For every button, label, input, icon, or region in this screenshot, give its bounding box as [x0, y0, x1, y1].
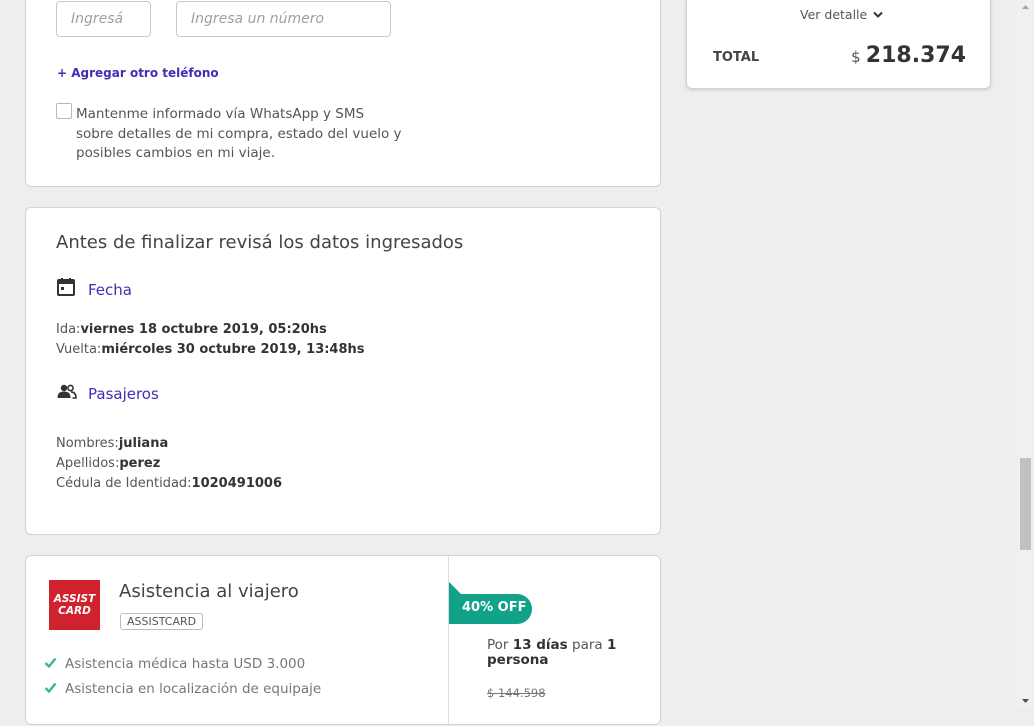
cedula-label: Cédula de Identidad: [56, 476, 192, 491]
apellidos-label: Apellidos: [56, 456, 120, 471]
por-label: Por [487, 637, 509, 653]
benefit-label: Asistencia médica hasta USD 3.000 [65, 656, 306, 672]
total-label: TOTAL [713, 50, 760, 65]
whatsapp-checkbox[interactable] [56, 103, 72, 119]
price-summary-card: Ver detalle TOTAL $ 218.374 [686, 0, 991, 89]
provider-badge: ASSISTCARD [120, 613, 204, 630]
dias-value: 13 días [512, 637, 568, 653]
whatsapp-line-3: posibles cambios en mi viaje. [76, 145, 276, 161]
scrollbar-thumb[interactable] [1020, 458, 1031, 550]
area-code-input[interactable] [56, 1, 151, 37]
phone-number-input[interactable] [176, 1, 391, 37]
discount-badge: 40% OFF [449, 582, 533, 624]
benefit-label: Asistencia en localización de equipaje [65, 681, 322, 697]
old-price: $ 144.598 [487, 686, 546, 700]
cedula-row: Cédula de Identidad:1020491006 [56, 476, 282, 491]
discount-label: 40% OFF [462, 600, 527, 615]
whatsapp-line-2: sobre detalles de mi compra, estado del … [76, 125, 402, 142]
logo-line-1: ASSIST [53, 593, 96, 605]
duration-text: Por 13 días para 1 persona [487, 638, 627, 668]
review-title: Antes de finalizar revisá los datos ingr… [56, 232, 464, 253]
contact-card: + Agregar otro teléfono Mantenme informa… [25, 0, 661, 187]
vuelta-value: miércoles 30 octubre 2019, 13:48hs [101, 342, 365, 357]
benefit-item: Asistencia en localización de equipaje [44, 681, 321, 697]
assistance-title: Asistencia al viajero [119, 581, 299, 602]
cedula-value: 1020491006 [191, 476, 283, 491]
passengers-icon [57, 384, 77, 399]
page-scrollbar[interactable] [1017, 0, 1034, 708]
ver-detalle-label: Ver detalle [800, 7, 868, 22]
chevron-down-icon [873, 11, 883, 18]
currency-symbol: $ [851, 48, 861, 66]
ida-label: Ida: [56, 322, 81, 337]
whatsapp-consent-text: Mantenme informado vía WhatsApp y SMS so… [76, 105, 402, 164]
scroll-down-arrow-icon[interactable] [1017, 694, 1034, 708]
review-card: Antes de finalizar revisá los datos ingr… [25, 207, 661, 535]
benefit-item: Asistencia médica hasta USD 3.000 [44, 656, 305, 672]
check-icon [44, 682, 57, 694]
ida-value: viernes 18 octubre 2019, 05:20hs [80, 322, 327, 337]
fecha-heading: Fecha [88, 281, 132, 299]
calendar-icon [57, 278, 75, 296]
total-value: 218.374 [865, 43, 966, 68]
nombres-value: juliana [118, 436, 169, 451]
para-label: para [572, 637, 603, 653]
ver-detalle-toggle[interactable]: Ver detalle [800, 7, 883, 22]
assistance-card: ASSIST CARD Asistencia al viajero ASSIST… [25, 555, 661, 726]
logo-line-2: CARD [58, 605, 91, 617]
total-price: $ 218.374 [851, 43, 966, 68]
pasajeros-heading: Pasajeros [88, 385, 159, 403]
nombres-row: Nombres:juliana [56, 436, 168, 451]
ida-row: Ida:viernes 18 octubre 2019, 05:20hs [56, 322, 327, 337]
assistcard-logo: ASSIST CARD [49, 580, 100, 630]
add-phone-link[interactable]: + Agregar otro teléfono [57, 66, 219, 80]
vuelta-label: Vuelta: [56, 342, 102, 357]
whatsapp-line-1: Mantenme informado vía WhatsApp y SMS [76, 106, 365, 122]
persona-label: persona [487, 652, 549, 668]
personas-count: 1 [606, 637, 617, 653]
apellidos-row: Apellidos:perez [56, 456, 160, 471]
nombres-label: Nombres: [56, 436, 119, 451]
vuelta-row: Vuelta:miércoles 30 octubre 2019, 13:48h… [56, 342, 365, 357]
check-icon [44, 657, 57, 669]
apellidos-value: perez [119, 456, 161, 471]
scroll-up-arrow-icon[interactable] [1017, 0, 1034, 14]
